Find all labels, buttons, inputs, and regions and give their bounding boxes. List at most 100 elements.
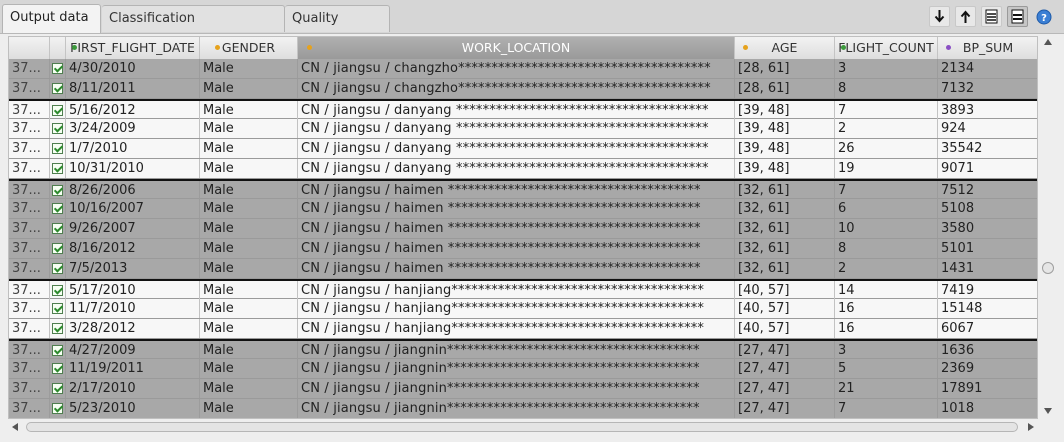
flight-count-cell: 21 xyxy=(835,379,938,398)
row-checkbox[interactable] xyxy=(50,181,66,200)
checkbox-header[interactable] xyxy=(50,37,66,59)
index-header[interactable] xyxy=(9,37,50,59)
row-checkbox[interactable] xyxy=(50,259,66,278)
table-row[interactable]: 37... 10/16/2007 Male CN / jiangsu / haimen… xyxy=(9,199,1037,219)
rows-button[interactable] xyxy=(981,6,1002,27)
gender-cell: Male xyxy=(200,219,298,238)
table-row[interactable]: 37... 2/17/2010 Male CN / jiangsu / jiangni… xyxy=(9,379,1037,399)
row-checkbox[interactable] xyxy=(50,319,66,338)
help-button[interactable]: ? xyxy=(1033,6,1054,27)
age-cell: [32, 61] xyxy=(735,259,835,278)
column-header-work-location[interactable]: WORK_LOCATION xyxy=(298,37,735,59)
vertical-scrollbar[interactable] xyxy=(1040,36,1056,419)
age-cell: [27, 47] xyxy=(735,341,835,360)
table-row[interactable]: 37... 8/16/2012 Male CN / jiangsu / haimen … xyxy=(9,239,1037,259)
collapse-rows-button[interactable] xyxy=(1007,6,1028,27)
horizontal-scrollbar[interactable] xyxy=(8,419,1038,435)
row-checkbox[interactable] xyxy=(50,281,66,300)
checkmark-icon[interactable] xyxy=(52,403,63,414)
row-checkbox[interactable] xyxy=(50,239,66,258)
checkmark-icon[interactable] xyxy=(52,363,63,374)
row-checkbox[interactable] xyxy=(50,341,66,360)
row-checkbox[interactable] xyxy=(50,79,66,98)
table-row[interactable]: 37... 5/16/2012 Male CN / jiangsu / danyang… xyxy=(9,99,1037,120)
scroll-right-arrow-icon[interactable] xyxy=(1028,423,1034,431)
work-location-cell: CN / jiangsu / jiangnin*****************… xyxy=(298,379,735,398)
age-cell: [39, 48] xyxy=(735,101,835,120)
checkmark-icon[interactable] xyxy=(52,383,63,394)
table-row[interactable]: 37... 3/28/2012 Male CN / jiangsu / hanjian… xyxy=(9,319,1037,339)
column-header-gender[interactable]: GENDER xyxy=(200,37,298,59)
row-index-cell: 37... xyxy=(9,239,50,258)
flight-count-cell: 16 xyxy=(835,319,938,338)
checkmark-icon[interactable] xyxy=(52,345,63,356)
work-location-cell: CN / jiangsu / haimen ******************… xyxy=(298,219,735,238)
checkmark-icon[interactable] xyxy=(52,185,63,196)
flight-count-cell: 19 xyxy=(835,159,938,178)
row-index-cell: 37... xyxy=(9,219,50,238)
flight-count-cell: 10 xyxy=(835,219,938,238)
checkmark-icon[interactable] xyxy=(52,63,63,74)
tab-quality-models[interactable]: Quality models xyxy=(285,5,390,51)
tab-output-data[interactable]: Output data xyxy=(2,4,101,34)
tab-classification-performance[interactable]: Classification performance xyxy=(102,5,285,51)
checkmark-icon[interactable] xyxy=(52,143,63,154)
checkmark-icon[interactable] xyxy=(52,83,63,94)
checkmark-icon[interactable] xyxy=(52,203,63,214)
table-row[interactable]: 37... 11/19/2011 Male CN / jiangsu / jiangn… xyxy=(9,359,1037,379)
row-checkbox[interactable] xyxy=(50,199,66,218)
checkmark-icon[interactable] xyxy=(52,285,63,296)
flight-count-cell: 26 xyxy=(835,139,938,158)
table-row[interactable]: 37... 11/7/2010 Male CN / jiangsu / hanjian… xyxy=(9,299,1037,319)
row-checkbox[interactable] xyxy=(50,159,66,178)
row-checkbox[interactable] xyxy=(50,399,66,418)
checkmark-icon[interactable] xyxy=(52,105,63,116)
row-checkbox[interactable] xyxy=(50,101,66,120)
checkmark-icon[interactable] xyxy=(52,243,63,254)
checkmark-icon[interactable] xyxy=(52,163,63,174)
table-row[interactable]: 37... 4/27/2009 Male CN / jiangsu / jiangni… xyxy=(9,339,1037,360)
checkmark-icon[interactable] xyxy=(52,223,63,234)
table-row[interactable]: 37... 5/17/2010 Male CN / jiangsu / hanjian… xyxy=(9,279,1037,300)
bp-sum-cell: 7419 xyxy=(938,281,1037,300)
row-checkbox[interactable] xyxy=(50,119,66,138)
scroll-left-arrow-icon[interactable] xyxy=(12,423,18,431)
table-row[interactable]: 37... 8/26/2006 Male CN / jiangsu / haimen … xyxy=(9,179,1037,200)
scroll-down-arrow-icon[interactable] xyxy=(1044,408,1052,414)
table-row[interactable]: 37... 5/23/2010 Male CN / jiangsu / jiangni… xyxy=(9,399,1037,418)
vertical-scroll-thumb[interactable] xyxy=(1042,262,1054,274)
first-flight-date-cell: 8/26/2006 xyxy=(66,181,200,200)
work-location-cell: CN / jiangsu / haimen ******************… xyxy=(298,199,735,218)
first-flight-date-cell: 1/7/2010 xyxy=(66,139,200,158)
table-row[interactable]: 37... 3/24/2009 Male CN / jiangsu / danyang… xyxy=(9,119,1037,139)
table-row[interactable]: 37... 8/11/2011 Male CN / jiangsu / changzh… xyxy=(9,79,1037,99)
row-checkbox[interactable] xyxy=(50,219,66,238)
horizontal-scroll-thumb[interactable] xyxy=(26,422,1018,432)
table-row[interactable]: 37... 1/7/2010 Male CN / jiangsu / danyang … xyxy=(9,139,1037,159)
table-row[interactable]: 37... 7/5/2013 Male CN / jiangsu / haimen *… xyxy=(9,259,1037,279)
checkmark-icon[interactable] xyxy=(52,303,63,314)
column-header-age[interactable]: AGE xyxy=(735,37,835,59)
row-checkbox[interactable] xyxy=(50,59,66,78)
row-checkbox[interactable] xyxy=(50,379,66,398)
output-data-panel: FIRST_FLIGHT_DATE GENDER WORK_LOCATION A… xyxy=(0,33,1064,442)
flight-count-cell: 8 xyxy=(835,79,938,98)
row-checkbox[interactable] xyxy=(50,299,66,318)
table-row[interactable]: 37... 10/31/2010 Male CN / jiangsu / danyan… xyxy=(9,159,1037,179)
row-checkbox[interactable] xyxy=(50,139,66,158)
checkmark-icon[interactable] xyxy=(52,323,63,334)
first-flight-date-cell: 10/16/2007 xyxy=(66,199,200,218)
arrow-down-button[interactable] xyxy=(929,6,950,27)
checkmark-icon[interactable] xyxy=(52,123,63,134)
checkmark-icon[interactable] xyxy=(52,263,63,274)
column-header-first-flight-date[interactable]: FIRST_FLIGHT_DATE xyxy=(66,37,200,59)
scroll-up-arrow-icon[interactable] xyxy=(1044,39,1052,45)
table-row[interactable]: 37... 4/30/2010 Male CN / jiangsu / changzh… xyxy=(9,59,1037,79)
column-header-bp-sum[interactable]: BP_SUM xyxy=(938,37,1037,59)
arrow-up-button[interactable] xyxy=(955,6,976,27)
bp-sum-cell: 924 xyxy=(938,119,1037,138)
column-header-flight-count[interactable]: FLIGHT_COUNT xyxy=(835,37,938,59)
bp-sum-cell: 1636 xyxy=(938,341,1037,360)
table-row[interactable]: 37... 9/26/2007 Male CN / jiangsu / haimen … xyxy=(9,219,1037,239)
row-checkbox[interactable] xyxy=(50,359,66,378)
